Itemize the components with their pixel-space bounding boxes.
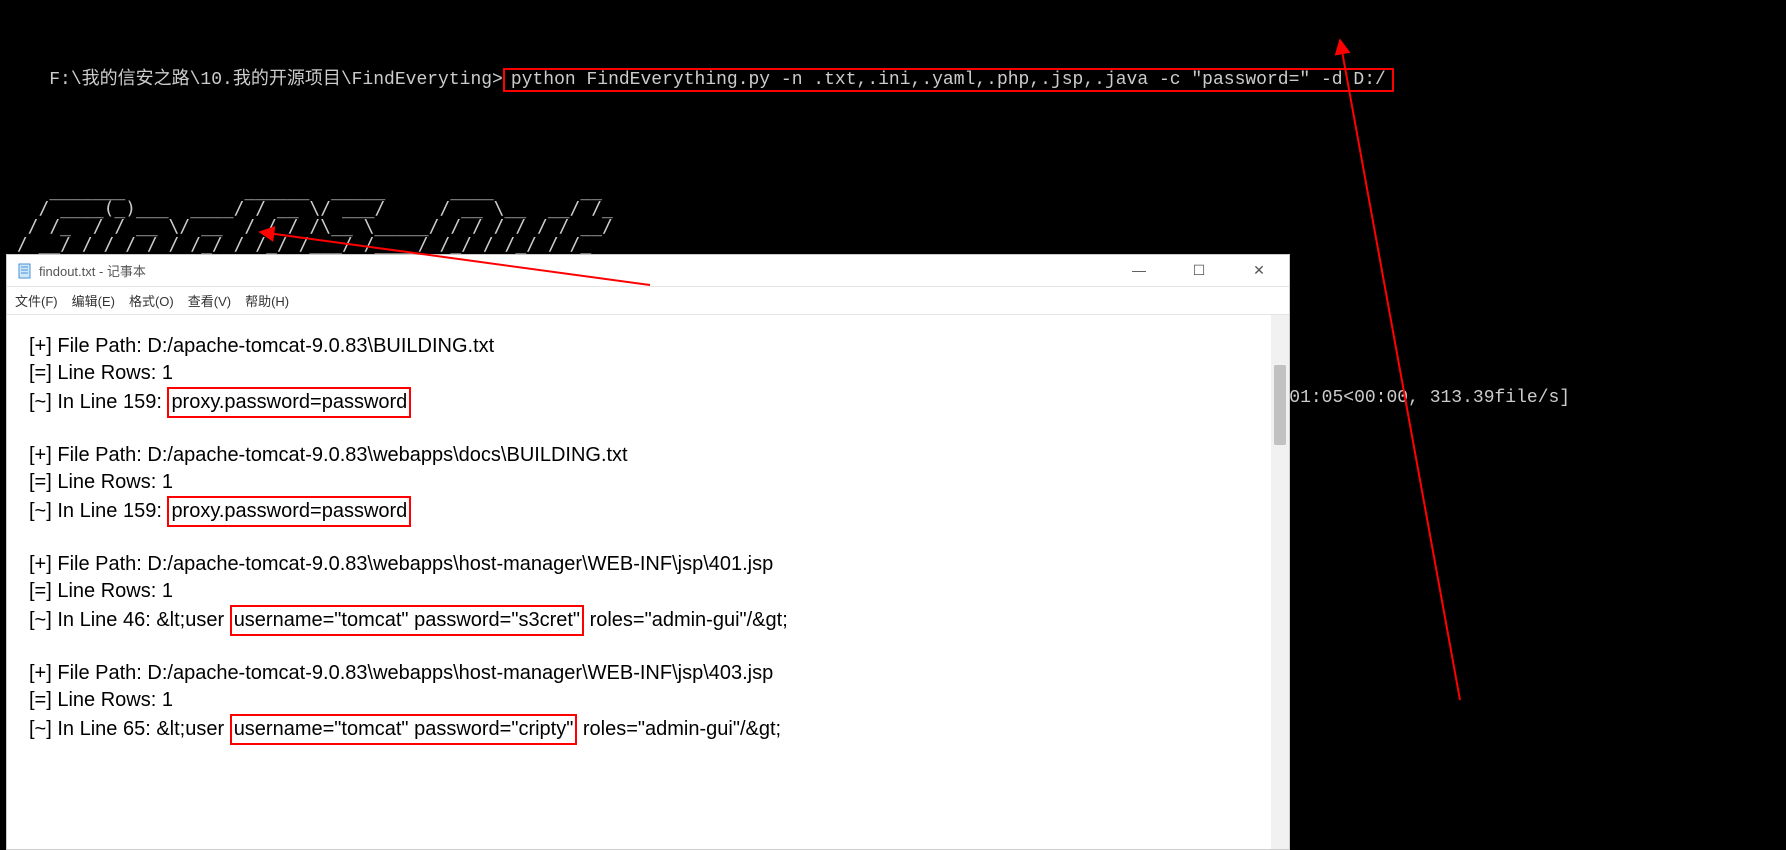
file-path: [+] File Path: D:/apache-tomcat-9.0.83\w… <box>29 442 1267 469</box>
match-highlight: proxy.password=password <box>167 387 411 418</box>
notepad-icon <box>17 263 33 279</box>
match-highlight: proxy.password=password <box>167 496 411 527</box>
line-rows: [=] Line Rows: 1 <box>29 360 1267 387</box>
close-button[interactable]: ✕ <box>1239 262 1279 279</box>
prompt-path: F:\我的信安之路\10.我的开源项目\FindEveryting> <box>49 70 503 90</box>
scrollbar-thumb[interactable] <box>1274 365 1286 445</box>
line-rows: [=] Line Rows: 1 <box>29 578 1267 605</box>
matched-line: [~] In Line 159: proxy.password=password <box>29 496 1267 527</box>
file-path: [+] File Path: D:/apache-tomcat-9.0.83\w… <box>29 660 1267 687</box>
notepad-body[interactable]: [+] File Path: D:/apache-tomcat-9.0.83\B… <box>7 315 1289 849</box>
notepad-menubar: 文件(F) 编辑(E) 格式(O) 查看(V) 帮助(H) <box>7 287 1289 315</box>
line-rows: [=] Line Rows: 1 <box>29 469 1267 496</box>
matched-line: [~] In Line 159: proxy.password=password <box>29 387 1267 418</box>
notepad-scrollbar[interactable] <box>1271 315 1289 849</box>
file-path: [+] File Path: D:/apache-tomcat-9.0.83\B… <box>29 333 1267 360</box>
result-block-1: [+] File Path: D:/apache-tomcat-9.0.83\w… <box>29 442 1267 527</box>
menu-format[interactable]: 格式(O) <box>129 291 174 310</box>
command-line: F:\我的信安之路\10.我的开源项目\FindEveryting>python… <box>6 44 1786 112</box>
menu-file[interactable]: 文件(F) <box>15 291 58 310</box>
menu-help[interactable]: 帮助(H) <box>245 291 289 310</box>
menu-edit[interactable]: 编辑(E) <box>72 291 115 310</box>
match-highlight: username="tomcat" password="s3cret" <box>230 605 584 636</box>
notepad-title: findout.txt - 记事本 <box>39 261 146 280</box>
notepad-titlebar[interactable]: findout.txt - 记事本 — ☐ ✕ <box>7 255 1289 287</box>
result-block-0: [+] File Path: D:/apache-tomcat-9.0.83\B… <box>29 333 1267 418</box>
maximize-button[interactable]: ☐ <box>1179 262 1219 279</box>
result-block-2: [+] File Path: D:/apache-tomcat-9.0.83\w… <box>29 551 1267 636</box>
matched-line: [~] In Line 46: &lt;user username="tomca… <box>29 605 1267 636</box>
minimize-button[interactable]: — <box>1119 262 1159 279</box>
matched-line: [~] In Line 65: &lt;user username="tomca… <box>29 714 1267 745</box>
result-block-3: [+] File Path: D:/apache-tomcat-9.0.83\w… <box>29 660 1267 745</box>
match-highlight: username="tomcat" password="cripty" <box>230 714 578 745</box>
file-path: [+] File Path: D:/apache-tomcat-9.0.83\w… <box>29 551 1267 578</box>
notepad-window[interactable]: findout.txt - 记事本 — ☐ ✕ 文件(F) 编辑(E) 格式(O… <box>6 254 1290 850</box>
line-rows: [=] Line Rows: 1 <box>29 687 1267 714</box>
command-highlight: python FindEverything.py -n .txt,.ini,.y… <box>503 68 1394 92</box>
menu-view[interactable]: 查看(V) <box>188 291 231 310</box>
